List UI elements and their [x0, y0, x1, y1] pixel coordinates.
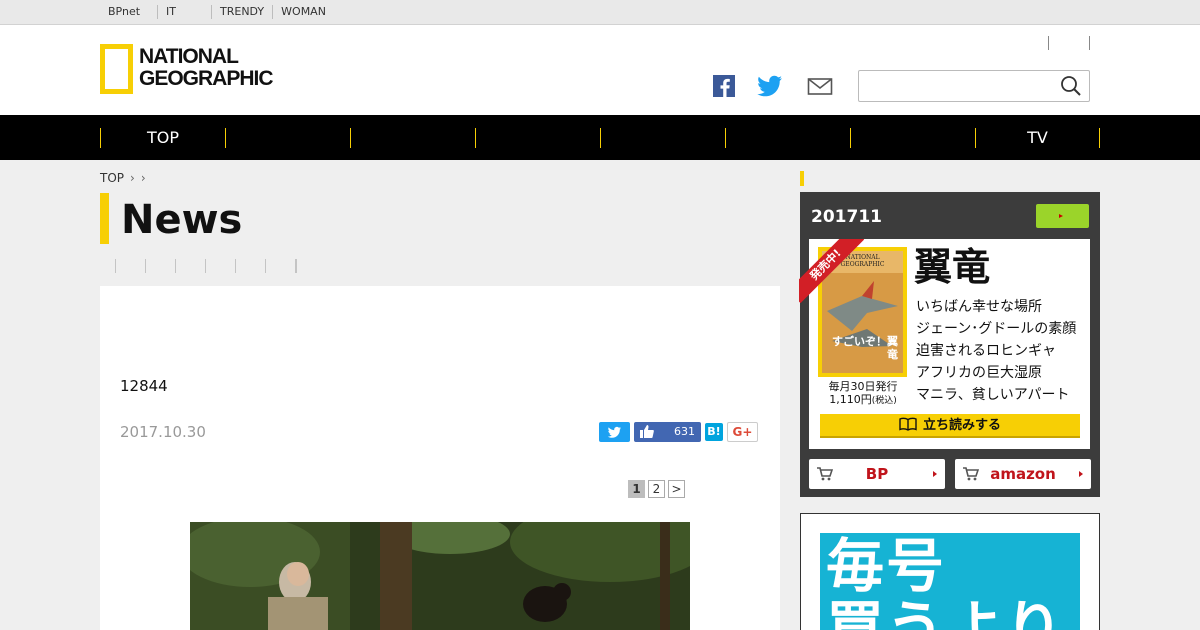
- subtab[interactable]: [175, 259, 205, 273]
- search-icon[interactable]: [1059, 75, 1083, 97]
- breadcrumb: TOP › ›: [100, 171, 146, 185]
- util-link-it[interactable]: IT: [157, 5, 184, 19]
- cover-caption: すごいぞ！翼竜: [832, 335, 898, 361]
- page-1[interactable]: 1: [628, 480, 645, 498]
- promo-banner: 毎号 買うより: [820, 533, 1080, 630]
- like-count: 631: [674, 425, 695, 438]
- article-title: 12844: [120, 377, 168, 395]
- subtab[interactable]: [205, 259, 235, 273]
- chevron-right-icon: ›: [130, 171, 135, 185]
- search-input[interactable]: [863, 75, 1053, 97]
- nav-item-tv[interactable]: TV: [975, 128, 1100, 148]
- nav-item[interactable]: [475, 128, 600, 148]
- logo-text: NATIONAL GEOGRAPHIC: [139, 45, 274, 90]
- contents-item[interactable]: マニラ、貧しいアパート: [916, 384, 1076, 406]
- header-links[interactable]: [1048, 36, 1090, 50]
- breadcrumb-home[interactable]: TOP: [100, 171, 124, 185]
- subtab[interactable]: [295, 259, 297, 273]
- search-box: [858, 70, 1090, 102]
- thumbs-up-icon: [640, 425, 654, 438]
- util-link-trendy[interactable]: TRENDY: [211, 5, 272, 19]
- nav-item-top[interactable]: TOP: [100, 128, 225, 148]
- section-subtabs: [115, 259, 297, 273]
- contents-item[interactable]: アフリカの巨大湿原: [916, 362, 1076, 384]
- arrow-right-icon: [1079, 471, 1083, 477]
- utility-bar: BPnet IT TRENDY WOMAN: [0, 0, 1200, 25]
- chevron-right-icon: ›: [140, 171, 146, 185]
- title-accent-bar: [100, 193, 109, 244]
- section-title: News: [121, 197, 243, 243]
- magazine-box: NATIONAL GEOGRAPHIC すごいぞ！翼竜 発売中! 翼竜 いちばん…: [799, 239, 1090, 449]
- subtab[interactable]: [145, 259, 175, 273]
- read-preview-button[interactable]: 立ち読みする: [820, 414, 1080, 438]
- magazine-issue: 201711: [811, 207, 882, 227]
- utility-links: BPnet IT TRENDY WOMAN: [100, 0, 361, 24]
- on-sale-ribbon: 発売中!: [799, 239, 869, 309]
- util-link-woman[interactable]: WOMAN: [272, 5, 334, 19]
- contents-item[interactable]: 迫害されるロヒンギャ: [916, 340, 1076, 362]
- magazine-panel: 201711 NATIONAL GEOGRAPHIC すごいぞ！翼竜 発売中! …: [799, 192, 1100, 497]
- hatena-bookmark-button[interactable]: B!: [705, 423, 723, 441]
- subtab[interactable]: [265, 259, 295, 273]
- sidebar-accent-bar: [800, 171, 804, 186]
- nav-item[interactable]: [600, 128, 725, 148]
- mail-icon[interactable]: [807, 75, 833, 97]
- article-photo: [190, 522, 690, 630]
- util-link-bpnet[interactable]: BPnet: [100, 5, 148, 19]
- buy-amazon-label: amazon: [990, 465, 1056, 483]
- share-buttons: 631 B! G+: [599, 422, 758, 442]
- contents-item[interactable]: ジェーン･グドールの素顔: [916, 318, 1076, 340]
- facebook-like-button[interactable]: 631: [634, 422, 701, 442]
- subtab[interactable]: [235, 259, 265, 273]
- contents-item[interactable]: いちばん幸せな場所: [916, 296, 1076, 318]
- article-date: 2017.10.30: [120, 423, 206, 441]
- page-2[interactable]: 2: [648, 480, 665, 498]
- subtab[interactable]: [115, 259, 145, 273]
- site-header: NATIONAL GEOGRAPHIC: [0, 25, 1200, 115]
- pagination: 1 2 >: [628, 480, 685, 498]
- logo-frame-icon: [100, 44, 133, 94]
- twitter-icon: [607, 426, 621, 438]
- open-book-icon: [899, 417, 917, 431]
- buy-bp-button[interactable]: BP: [809, 459, 945, 489]
- nav-item[interactable]: [225, 128, 350, 148]
- google-plus-button[interactable]: G+: [727, 422, 758, 442]
- issue-contents: いちばん幸せな場所 ジェーン･グドールの素顔 迫害されるロヒンギャ アフリカの巨…: [916, 296, 1076, 406]
- main-nav: TOP TV: [0, 115, 1200, 160]
- buy-bp-label: BP: [865, 465, 889, 483]
- nav-item[interactable]: [725, 128, 850, 148]
- next-page-button[interactable]: >: [668, 480, 685, 498]
- promo-text: 毎号 買うより: [826, 532, 1065, 630]
- subscription-promo[interactable]: 毎号 買うより: [800, 513, 1100, 630]
- twitter-icon[interactable]: [757, 75, 783, 97]
- magazine-detail-button[interactable]: [1036, 204, 1089, 228]
- facebook-icon[interactable]: [711, 75, 737, 97]
- issue-headline: 翼竜: [914, 245, 991, 289]
- nav-item[interactable]: [350, 128, 475, 148]
- nav-item[interactable]: [850, 128, 975, 148]
- national-geographic-logo[interactable]: NATIONAL GEOGRAPHIC: [100, 44, 274, 96]
- arrow-right-icon: [933, 471, 937, 477]
- buy-amazon-button[interactable]: amazon: [955, 459, 1091, 489]
- article-card: 12844 2017.10.30 631 B! G+ 1 2 >: [100, 286, 780, 630]
- publication-info: 毎月30日発行 1,110円(税込): [828, 380, 898, 406]
- twitter-share-button[interactable]: [599, 422, 630, 442]
